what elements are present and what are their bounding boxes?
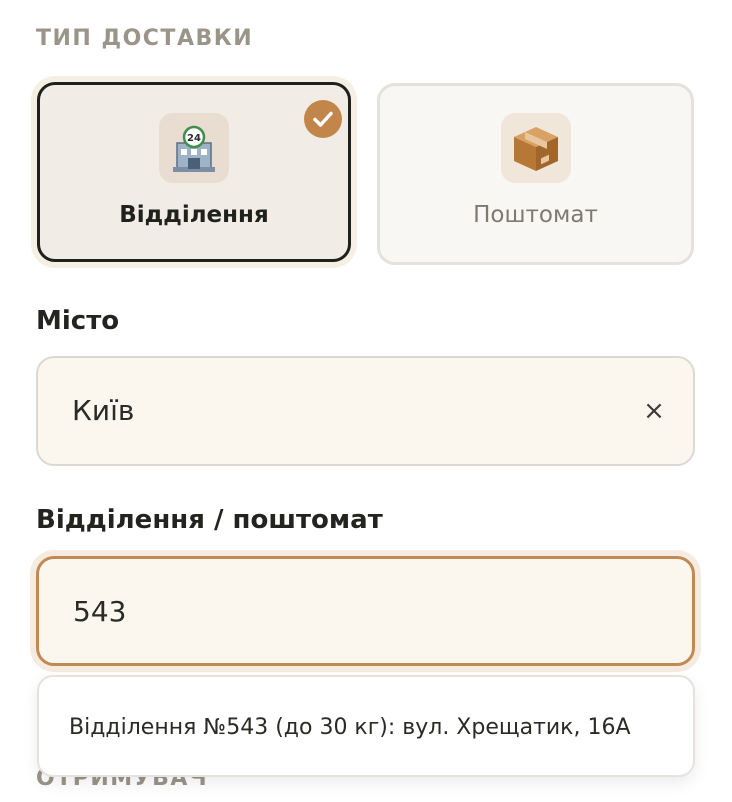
package-box-icon [500, 113, 571, 183]
branch-input[interactable]: 543 [36, 556, 695, 666]
branch-suggestions-dropdown: Відділення №543 (до 30 кг): вул. Хрещати… [37, 675, 695, 777]
branch-input-value: 543 [73, 595, 127, 628]
delivery-type-heading: ТИП ДОСТАВКИ [36, 26, 254, 51]
city-field-label: Місто [36, 306, 120, 336]
checkmark-icon [304, 100, 342, 138]
clear-icon[interactable]: × [639, 396, 669, 426]
delivery-option-branch-label: Відділення [119, 202, 269, 228]
branch-field-label: Відділення / поштомат [36, 505, 383, 535]
post-office-icon: 24 [159, 113, 229, 183]
city-input[interactable]: Київ × [36, 356, 695, 466]
svg-text:24: 24 [187, 133, 201, 144]
checkout-delivery-form: ТИП ДОСТАВКИ 24 Відділення Поштомат Міст… [0, 0, 732, 802]
delivery-option-parcel-locker[interactable]: Поштомат [377, 83, 694, 265]
suggestion-item[interactable]: Відділення №543 (до 30 кг): вул. Хрещати… [69, 715, 631, 740]
city-input-value: Київ [72, 394, 135, 427]
delivery-option-branch[interactable]: 24 Відділення [37, 82, 351, 262]
delivery-option-parcel-locker-label: Поштомат [473, 202, 598, 228]
